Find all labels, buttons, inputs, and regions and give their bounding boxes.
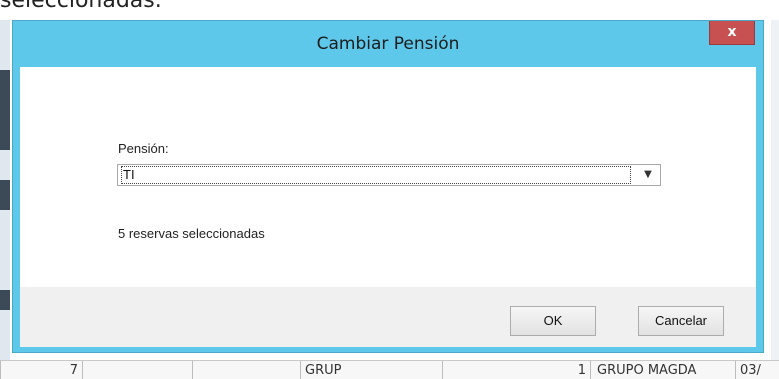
pension-label: Pensión: xyxy=(118,141,169,156)
background-table-row: 7 GRUP 1 GRUPO MAGDA 03/ xyxy=(0,360,779,379)
cambiar-pension-dialog: Cambiar Pensión x Pensión: TI ▼ 5 reserv… xyxy=(12,20,764,353)
background-left-strip xyxy=(0,20,10,378)
background-left-block xyxy=(0,70,10,150)
dialog-footer: OK Cancelar xyxy=(20,287,756,347)
dialog-content: Pensión: TI ▼ 5 reservas seleccionadas xyxy=(20,67,756,287)
table-cell xyxy=(82,361,193,379)
chevron-down-icon[interactable]: ▼ xyxy=(636,165,660,185)
table-cell xyxy=(192,361,301,379)
background-caption: seleccionadas. xyxy=(0,0,162,13)
table-cell: GRUP xyxy=(300,361,442,379)
dialog-title: Cambiar Pensión xyxy=(316,34,460,54)
ok-button[interactable]: OK xyxy=(510,306,596,336)
table-cell: GRUPO MAGDA xyxy=(590,361,735,379)
background-left-block xyxy=(0,290,10,310)
background-right-strip xyxy=(771,20,779,378)
close-button[interactable]: x xyxy=(709,21,755,45)
table-cell: 7 xyxy=(0,361,82,379)
pension-select[interactable]: TI ▼ xyxy=(117,164,661,186)
close-icon: x xyxy=(727,24,737,40)
cancel-button[interactable]: Cancelar xyxy=(638,306,724,336)
selected-reservations-text: 5 reservas seleccionadas xyxy=(118,226,265,241)
dialog-title-bar[interactable]: Cambiar Pensión x xyxy=(13,21,763,67)
table-cell: 03/ xyxy=(735,361,779,379)
background-left-block xyxy=(0,180,10,210)
pension-select-value: TI xyxy=(121,166,631,184)
table-cell: 1 xyxy=(442,361,590,379)
